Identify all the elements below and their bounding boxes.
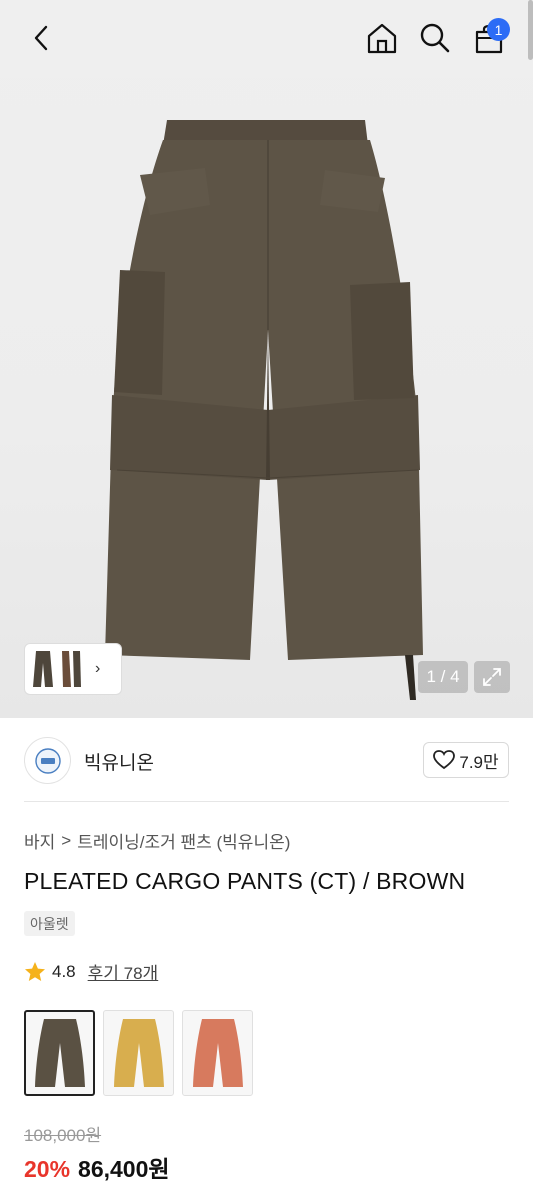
breadcrumb-separator: > <box>61 830 72 850</box>
coral-pants-thumbnail <box>192 1019 243 1087</box>
like-count: 7.9만 <box>459 752 499 772</box>
back-button[interactable] <box>24 20 60 56</box>
divider <box>24 801 509 802</box>
expand-icon <box>483 668 501 686</box>
thumbnail-front[interactable] <box>31 649 55 689</box>
breadcrumb-item-pants[interactable]: 바지 <box>24 828 55 853</box>
color-option-mustard[interactable] <box>103 1010 174 1096</box>
outlet-tag: 아울렛 <box>24 911 75 936</box>
product-image[interactable]: › 1 / 4 <box>0 0 533 718</box>
rating-row: 4.8 후기 78개 <box>24 959 158 984</box>
discount-rate: 20% <box>24 1156 71 1182</box>
color-option-coral[interactable] <box>182 1010 253 1096</box>
thumbnail-side[interactable] <box>59 649 83 689</box>
thumbnail-next-arrow[interactable]: › <box>95 660 100 678</box>
expand-button[interactable] <box>474 661 510 693</box>
brand-logo-icon <box>34 747 61 774</box>
heart-icon <box>433 750 456 770</box>
reviews-link[interactable]: 후기 78개 <box>88 959 159 984</box>
rating-value: 4.8 <box>52 961 76 981</box>
brand-name[interactable]: 빅유니온 <box>84 748 154 775</box>
sale-price: 86,400원 <box>78 1156 170 1182</box>
brand-logo[interactable] <box>24 737 71 784</box>
color-option-brown[interactable] <box>24 1010 95 1096</box>
top-bar: 1 <box>0 0 533 78</box>
chevron-left-icon <box>34 25 48 51</box>
scrollbar[interactable] <box>528 0 533 60</box>
original-price: 108,000원 <box>24 1126 102 1145</box>
search-icon <box>420 23 450 53</box>
image-counter: 1 / 4 <box>418 661 468 693</box>
home-icon <box>367 23 397 54</box>
breadcrumb-item-category[interactable]: 트레이닝/조거 팬츠 (빅유니온) <box>77 828 290 853</box>
star-icon <box>25 961 45 981</box>
brand-row: 빅유니온 7.9만 <box>24 735 509 785</box>
product-title: PLEATED CARGO PANTS (CT) / BROWN <box>24 868 466 894</box>
home-button[interactable] <box>364 20 400 56</box>
like-button[interactable]: 7.9만 <box>423 742 509 778</box>
cargo-pants-illustration <box>105 120 423 700</box>
price-row: 20% 86,400원 <box>24 1150 170 1184</box>
mustard-pants-thumbnail <box>113 1019 164 1087</box>
breadcrumb: 바지 > 트레이닝/조거 팬츠 (빅유니온) <box>24 828 290 853</box>
thumbnail-strip[interactable]: › <box>24 643 122 695</box>
cart-count-badge: 1 <box>487 18 510 41</box>
search-button[interactable] <box>417 20 453 56</box>
color-options <box>24 1010 253 1096</box>
brown-pants-thumbnail <box>34 1019 85 1087</box>
